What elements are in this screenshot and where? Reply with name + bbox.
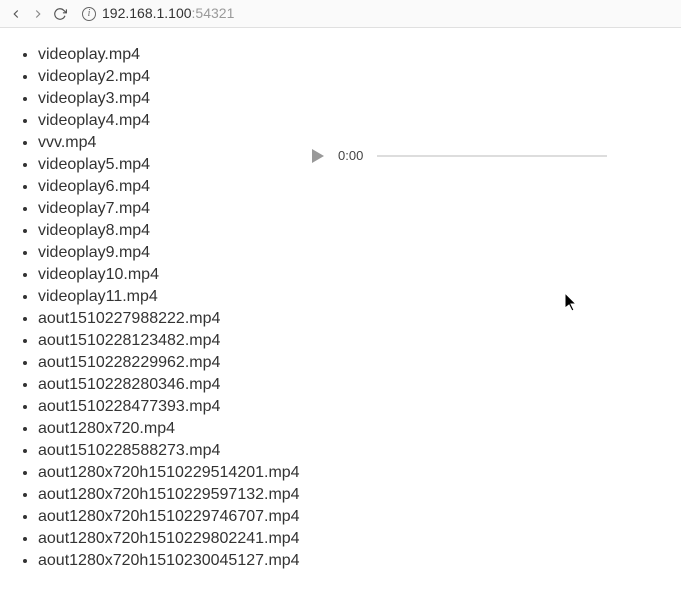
file-item[interactable]: videoplay.mp4 xyxy=(38,44,681,66)
play-icon[interactable] xyxy=(312,149,324,163)
browser-toolbar: i 192.168.1.100:54321 xyxy=(0,0,681,28)
file-item[interactable]: aout1280x720h1510230045127.mp4 xyxy=(38,550,681,572)
file-item[interactable]: aout1280x720h1510229514201.mp4 xyxy=(38,462,681,484)
info-icon: i xyxy=(82,7,96,21)
file-item[interactable]: aout1280x720h1510229802241.mp4 xyxy=(38,528,681,550)
back-button[interactable] xyxy=(8,6,24,22)
file-item[interactable]: aout1510228229962.mp4 xyxy=(38,352,681,374)
file-item[interactable]: videoplay10.mp4 xyxy=(38,264,681,286)
file-list: videoplay.mp4videoplay2.mp4videoplay3.mp… xyxy=(0,44,681,572)
file-item[interactable]: videoplay8.mp4 xyxy=(38,220,681,242)
file-item[interactable]: aout1510228123482.mp4 xyxy=(38,330,681,352)
page-content: videoplay.mp4videoplay2.mp4videoplay3.mp… xyxy=(0,28,681,572)
file-item[interactable]: videoplay9.mp4 xyxy=(38,242,681,264)
file-item[interactable]: aout1280x720.mp4 xyxy=(38,418,681,440)
forward-button[interactable] xyxy=(30,6,46,22)
file-item[interactable]: videoplay6.mp4 xyxy=(38,176,681,198)
file-item[interactable]: aout1510228588273.mp4 xyxy=(38,440,681,462)
address-port: :54321 xyxy=(192,5,235,21)
file-item[interactable]: aout1280x720h1510229746707.mp4 xyxy=(38,506,681,528)
file-item[interactable]: aout1510228477393.mp4 xyxy=(38,396,681,418)
file-item[interactable]: videoplay11.mp4 xyxy=(38,286,681,308)
file-item[interactable]: videoplay4.mp4 xyxy=(38,110,681,132)
address-bar[interactable]: i 192.168.1.100:54321 xyxy=(74,5,673,23)
file-item[interactable]: aout1510227988222.mp4 xyxy=(38,308,681,330)
file-item[interactable]: aout1510228280346.mp4 xyxy=(38,374,681,396)
reload-button[interactable] xyxy=(52,6,68,22)
file-item[interactable]: videoplay7.mp4 xyxy=(38,198,681,220)
address-host: 192.168.1.100 xyxy=(102,5,192,21)
file-item[interactable]: videoplay2.mp4 xyxy=(38,66,681,88)
player-time: 0:00 xyxy=(338,148,363,163)
media-player: 0:00 xyxy=(312,148,607,163)
file-item[interactable]: aout1280x720h1510229597132.mp4 xyxy=(38,484,681,506)
player-progress[interactable] xyxy=(377,155,607,157)
file-item[interactable]: videoplay3.mp4 xyxy=(38,88,681,110)
